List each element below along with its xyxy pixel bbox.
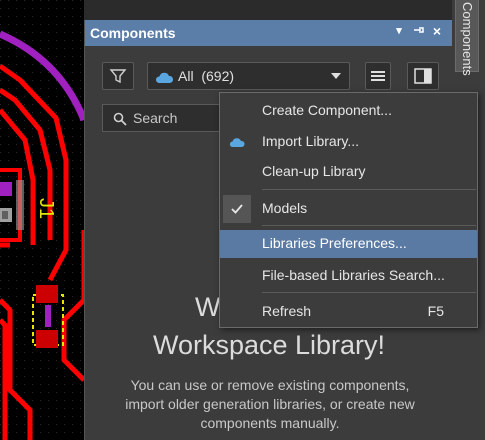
menu-item-label: Refresh bbox=[262, 303, 312, 319]
side-tab-label: Components bbox=[460, 2, 475, 76]
menu-separator bbox=[262, 189, 476, 190]
pcb-drawing: J1 bbox=[0, 0, 84, 440]
tab-components[interactable]: Components bbox=[455, 0, 479, 76]
options-menu-button[interactable] bbox=[365, 62, 391, 90]
menu-item-label: File-based Libraries Search... bbox=[262, 267, 445, 283]
filter-icon bbox=[109, 69, 127, 84]
menu-item-refresh[interactable]: Refresh F5 bbox=[220, 298, 477, 326]
checkmark-box bbox=[223, 195, 251, 223]
panel-header: Components ▾ × bbox=[85, 20, 452, 46]
options-context-menu: Create Component... Import Library... Cl… bbox=[219, 92, 478, 328]
hamburger-icon bbox=[371, 71, 385, 81]
pcb-canvas[interactable]: J1 bbox=[0, 0, 84, 440]
cloud-icon bbox=[155, 72, 174, 83]
search-icon bbox=[113, 112, 127, 126]
menu-item-label: Libraries Preferences... bbox=[262, 235, 407, 251]
panel-menu-icon[interactable]: ▾ bbox=[392, 24, 406, 37]
details-pane-toggle-button[interactable] bbox=[407, 62, 439, 90]
menu-item-label: Clean-up Library bbox=[262, 163, 366, 179]
cloud-icon bbox=[229, 138, 245, 147]
menu-item-cleanup-library[interactable]: Clean-up Library bbox=[220, 158, 477, 186]
panel-title: Components bbox=[90, 25, 176, 41]
welcome-headline-start: W bbox=[195, 292, 221, 322]
menu-separator bbox=[262, 225, 476, 226]
welcome-headline: Workspace Library! bbox=[152, 330, 386, 360]
search-placeholder: Search bbox=[133, 110, 178, 126]
menu-item-label: Import Library... bbox=[262, 133, 359, 149]
menu-item-libraries-preferences[interactable]: Libraries Preferences... bbox=[220, 230, 477, 258]
split-pane-icon bbox=[414, 68, 432, 84]
menu-item-label: Models bbox=[262, 200, 308, 216]
menu-item-shortcut: F5 bbox=[427, 303, 444, 319]
library-dropdown[interactable]: All (692) bbox=[147, 62, 350, 90]
designator-label: J1 bbox=[35, 198, 57, 219]
filter-button[interactable] bbox=[102, 62, 134, 90]
checkmark-icon bbox=[231, 204, 243, 214]
menu-item-label: Create Component... bbox=[262, 102, 392, 118]
menu-item-models[interactable]: Models bbox=[220, 195, 477, 223]
dropdown-value: All (692) bbox=[178, 68, 235, 84]
close-icon[interactable]: × bbox=[430, 23, 444, 39]
menu-item-import-library[interactable]: Import Library... bbox=[220, 128, 477, 156]
menu-item-file-based-libraries-search[interactable]: File-based Libraries Search... bbox=[220, 262, 477, 290]
welcome-body: You can use or remove existing component… bbox=[125, 377, 415, 431]
menu-separator bbox=[262, 292, 476, 293]
pin-icon[interactable] bbox=[411, 24, 425, 39]
chevron-down-icon bbox=[331, 73, 341, 79]
menu-item-create-component[interactable]: Create Component... bbox=[220, 97, 477, 125]
